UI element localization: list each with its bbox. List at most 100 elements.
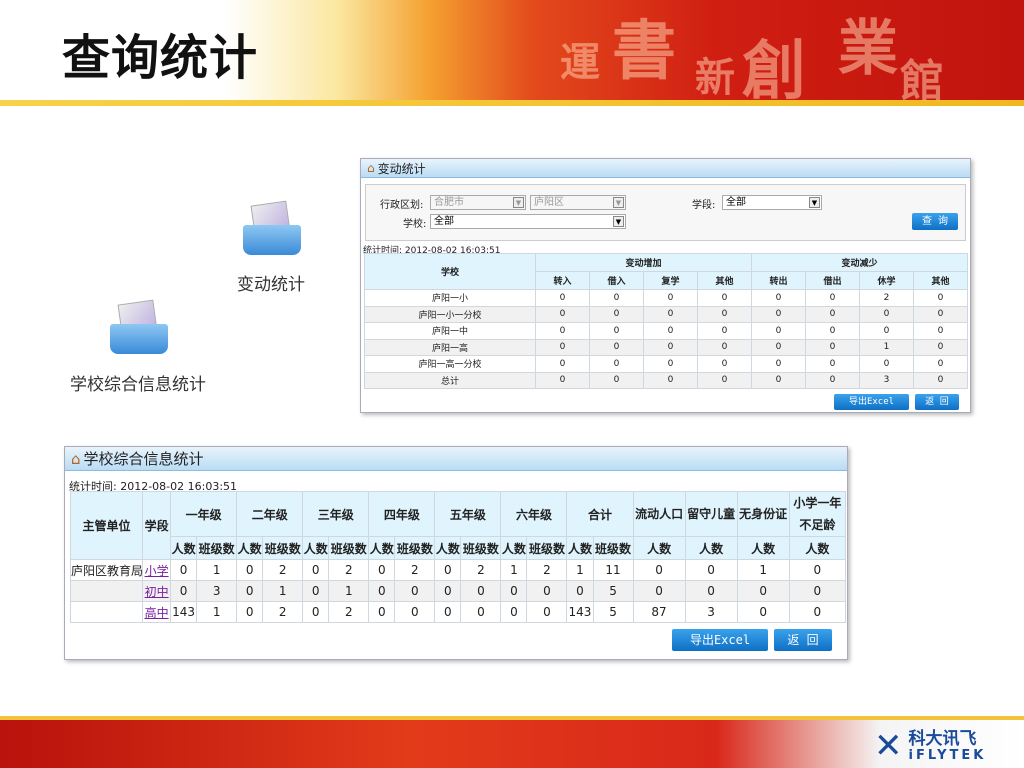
- table-cell: 0: [526, 601, 568, 623]
- table-row: 庐阳一高 0 0 0 0 0 0 1 0: [364, 338, 969, 356]
- column-header: 休学: [859, 271, 915, 290]
- table-cell: 0: [696, 338, 753, 356]
- table-cell: 0: [589, 338, 644, 356]
- table-cell: 0: [805, 355, 861, 373]
- deco-char: 新: [695, 54, 735, 101]
- table-cell: 0: [643, 322, 698, 340]
- school-name-cell: 总计: [364, 371, 536, 389]
- chevron-down-icon[interactable]: ▼: [613, 216, 624, 227]
- back-button[interactable]: 返 回: [774, 629, 832, 651]
- grade-group-header: 合计: [566, 491, 634, 537]
- table-cell: 0: [535, 371, 590, 389]
- table-cell: 0: [394, 580, 436, 602]
- header-row: 主管单位 学段 一年级 二年级 三年级 四年级 五年级 六年级 合计 流动人口 留守儿童 无身份证 小学…: [69, 491, 847, 560]
- school-info-table: 主管单位 学段 一年级 二年级 三年级 四年级 五年级 六年级 合计 流动人口 留守儿童 无身份证 小学…: [69, 491, 847, 623]
- school-info-label[interactable]: 学校综合信息统计: [70, 370, 206, 395]
- change-stats-label[interactable]: 变动统计: [237, 270, 305, 295]
- stage-select[interactable]: 全部 ▼: [722, 195, 822, 210]
- grade-group-header: 一年级: [170, 491, 238, 537]
- table-cell: 87: [632, 601, 686, 623]
- query-button[interactable]: 查 询: [912, 213, 958, 230]
- school-value: 全部: [434, 216, 454, 227]
- table-cell: 2: [460, 559, 502, 581]
- table-cell: 0: [805, 322, 861, 340]
- table-cell: 0: [751, 289, 807, 307]
- table-cell: 0: [643, 305, 698, 323]
- table-cell: 0: [589, 371, 644, 389]
- unit-cell: 庐阳区教育局: [69, 559, 144, 581]
- sub-header-classes: 班级数: [262, 536, 304, 560]
- table-cell: 1: [196, 601, 238, 623]
- table-cell: 0: [805, 338, 861, 356]
- table-cell: 1: [196, 559, 238, 581]
- school-label: 学校:: [403, 219, 427, 230]
- table-cell: 0: [434, 601, 462, 623]
- header-divider: [0, 100, 1024, 106]
- school-info-icon[interactable]: [110, 299, 168, 354]
- table-cell: 5: [592, 580, 634, 602]
- chevron-down-icon[interactable]: ▼: [809, 197, 820, 208]
- table-cell: 0: [684, 559, 738, 581]
- table-cell: 0: [913, 322, 969, 340]
- school-select[interactable]: 全部 ▼: [430, 214, 626, 229]
- table-cell: 0: [859, 322, 915, 340]
- iflytek-logo-mark-icon: ✕: [874, 726, 903, 766]
- table-cell: 3: [859, 371, 915, 389]
- column-header-stage: 学段: [142, 491, 172, 560]
- table-cell: 0: [589, 355, 644, 373]
- change-stats-icon[interactable]: [243, 200, 301, 255]
- table-cell: 0: [736, 580, 790, 602]
- table-cell: 0: [302, 559, 330, 581]
- table-cell: 0: [526, 580, 568, 602]
- table-row: 总计 0 0 0 0 0 0 3 0: [364, 371, 969, 389]
- table-cell: 0: [535, 289, 590, 307]
- home-icon: ⌂: [71, 449, 81, 468]
- chevron-down-icon: ▼: [513, 197, 524, 208]
- grade-group-header: 四年级: [368, 491, 436, 537]
- stage-link[interactable]: 初中: [145, 585, 169, 599]
- table-cell: 2: [859, 289, 915, 307]
- table-cell: 0: [805, 371, 861, 389]
- table-cell: 0: [859, 355, 915, 373]
- export-excel-button[interactable]: 导出Excel: [834, 394, 909, 410]
- header-row: 学校 变动增加 变动减少: [364, 253, 969, 290]
- school-name-cell: 庐阳一高: [364, 338, 536, 356]
- deco-char: 館: [900, 56, 944, 107]
- sub-header-count: 人数: [434, 536, 462, 560]
- table-cell: 小学: [142, 559, 172, 581]
- sub-header-count: 人数: [500, 536, 528, 560]
- back-button[interactable]: 返 回: [915, 394, 959, 410]
- group-header-decrease: 变动减少: [751, 253, 969, 272]
- table-cell: 初中: [142, 580, 172, 602]
- table-cell: 0: [913, 305, 969, 323]
- table-cell: 0: [751, 322, 807, 340]
- district-select: 庐阳区 ▼: [530, 195, 626, 210]
- stage-link[interactable]: 高中: [145, 606, 169, 620]
- header-row: 人数 班级数 人数 班级数 人数 班级数 人数 班级数 人数 班级数 人数 班级数 人数 班级数 人数 人数人…: [71, 536, 847, 560]
- table-cell: 0: [302, 601, 330, 623]
- table-cell: 0: [751, 338, 807, 356]
- table-cell: 143: [566, 601, 594, 623]
- stage-link[interactable]: 小学: [145, 564, 169, 578]
- extra-column-header: 无身份证: [736, 491, 790, 537]
- table-cell: 0: [460, 601, 502, 623]
- table-cell: 0: [535, 322, 590, 340]
- table-cell: 0: [696, 355, 753, 373]
- sub-header-classes: 班级数: [394, 536, 436, 560]
- table-cell: 0: [589, 305, 644, 323]
- table-cell: 0: [788, 559, 847, 581]
- table-cell: 0: [632, 580, 686, 602]
- export-excel-button[interactable]: 导出Excel: [672, 629, 768, 651]
- table-cell: 3: [684, 601, 738, 623]
- table-cell: 0: [751, 371, 807, 389]
- column-header: 复学: [643, 271, 698, 290]
- table-cell: 0: [236, 601, 264, 623]
- table-cell: 0: [696, 289, 753, 307]
- table-cell: 0: [236, 559, 264, 581]
- home-icon: ⌂: [367, 161, 375, 175]
- table-cell: 0: [913, 355, 969, 373]
- sub-header-classes: 班级数: [196, 536, 238, 560]
- column-header: 借出: [805, 271, 861, 290]
- table-cell: 0: [684, 580, 738, 602]
- table-cell: 3: [196, 580, 238, 602]
